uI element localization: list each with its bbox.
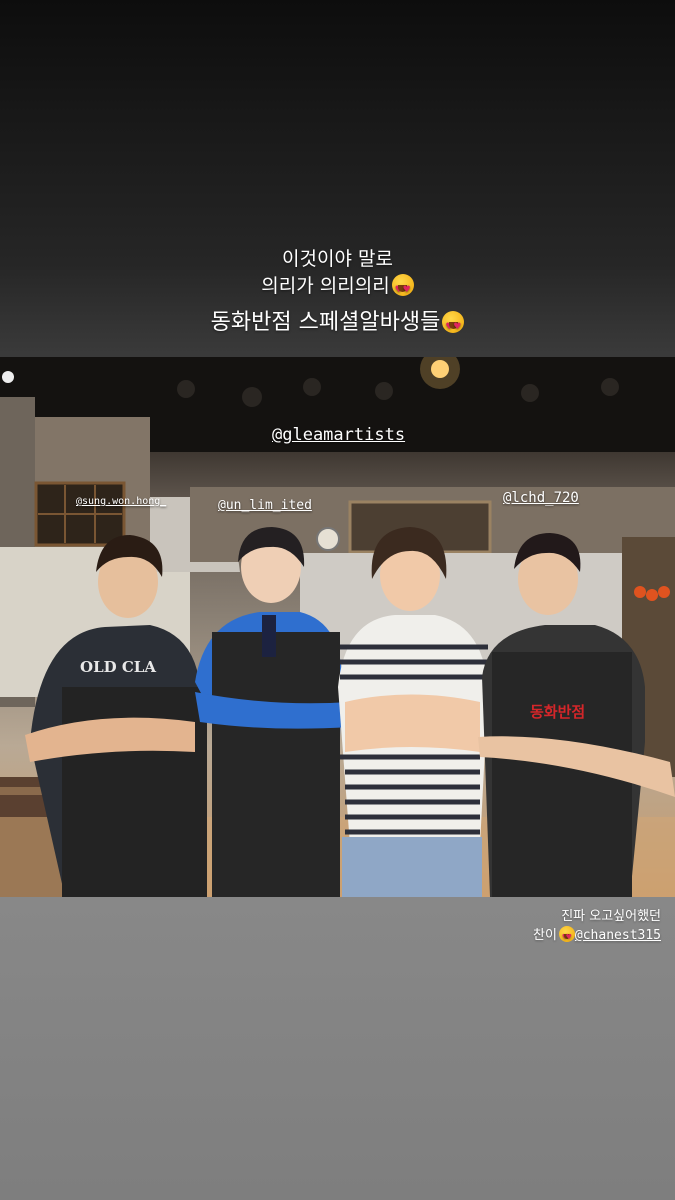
apron [212, 632, 340, 897]
mention-tag-main[interactable]: @gleamartists [272, 425, 405, 445]
heart-eyes-emoji-icon [442, 311, 465, 340]
caption-bottom-prefix: 찬이 [532, 928, 557, 943]
caption-bottom: 진파 오고싶어했던 찬이 @chanest315 [532, 908, 661, 946]
caption-bottom-line-1: 진파 오고싶어했던 [561, 909, 661, 924]
caption-line-3-text: 동화반점 스페셜알바생들 [210, 310, 441, 335]
caption-line-1: 이것이야 말로 [282, 248, 393, 270]
caption-bottom-line-2: 찬이 @chanest315 [532, 926, 661, 946]
heart-eyes-emoji-icon [558, 926, 575, 946]
shirt-print: OLD CLA [80, 658, 156, 676]
necktie [262, 615, 276, 657]
apron-logo: 동화반점 [530, 703, 585, 721]
caption-line-3: 동화반점 스페셜알바생들 [0, 310, 675, 340]
mention-tag-person1[interactable]: @sung.won.hong_ [76, 496, 166, 507]
crossed-arms [345, 694, 480, 752]
heart-eyes-emoji-icon [391, 274, 414, 303]
mention-tag-person3[interactable]: @lchd_720 [503, 490, 579, 506]
jeans [342, 837, 482, 897]
ceiling-lamp-icon [2, 371, 14, 383]
group-photo[interactable]: OLD CLA 동화반점 @gleamartists @sung.won.hon… [0, 357, 675, 897]
mention-tag-person2[interactable]: @un_lim_ited [218, 498, 312, 513]
caption-line-2: 의리가 의리의리 [0, 273, 675, 303]
wall-clock-icon [316, 527, 340, 551]
mention-chanest[interactable]: @chanest315 [575, 928, 661, 943]
caption-line-2-text: 의리가 의리의리 [261, 275, 390, 297]
